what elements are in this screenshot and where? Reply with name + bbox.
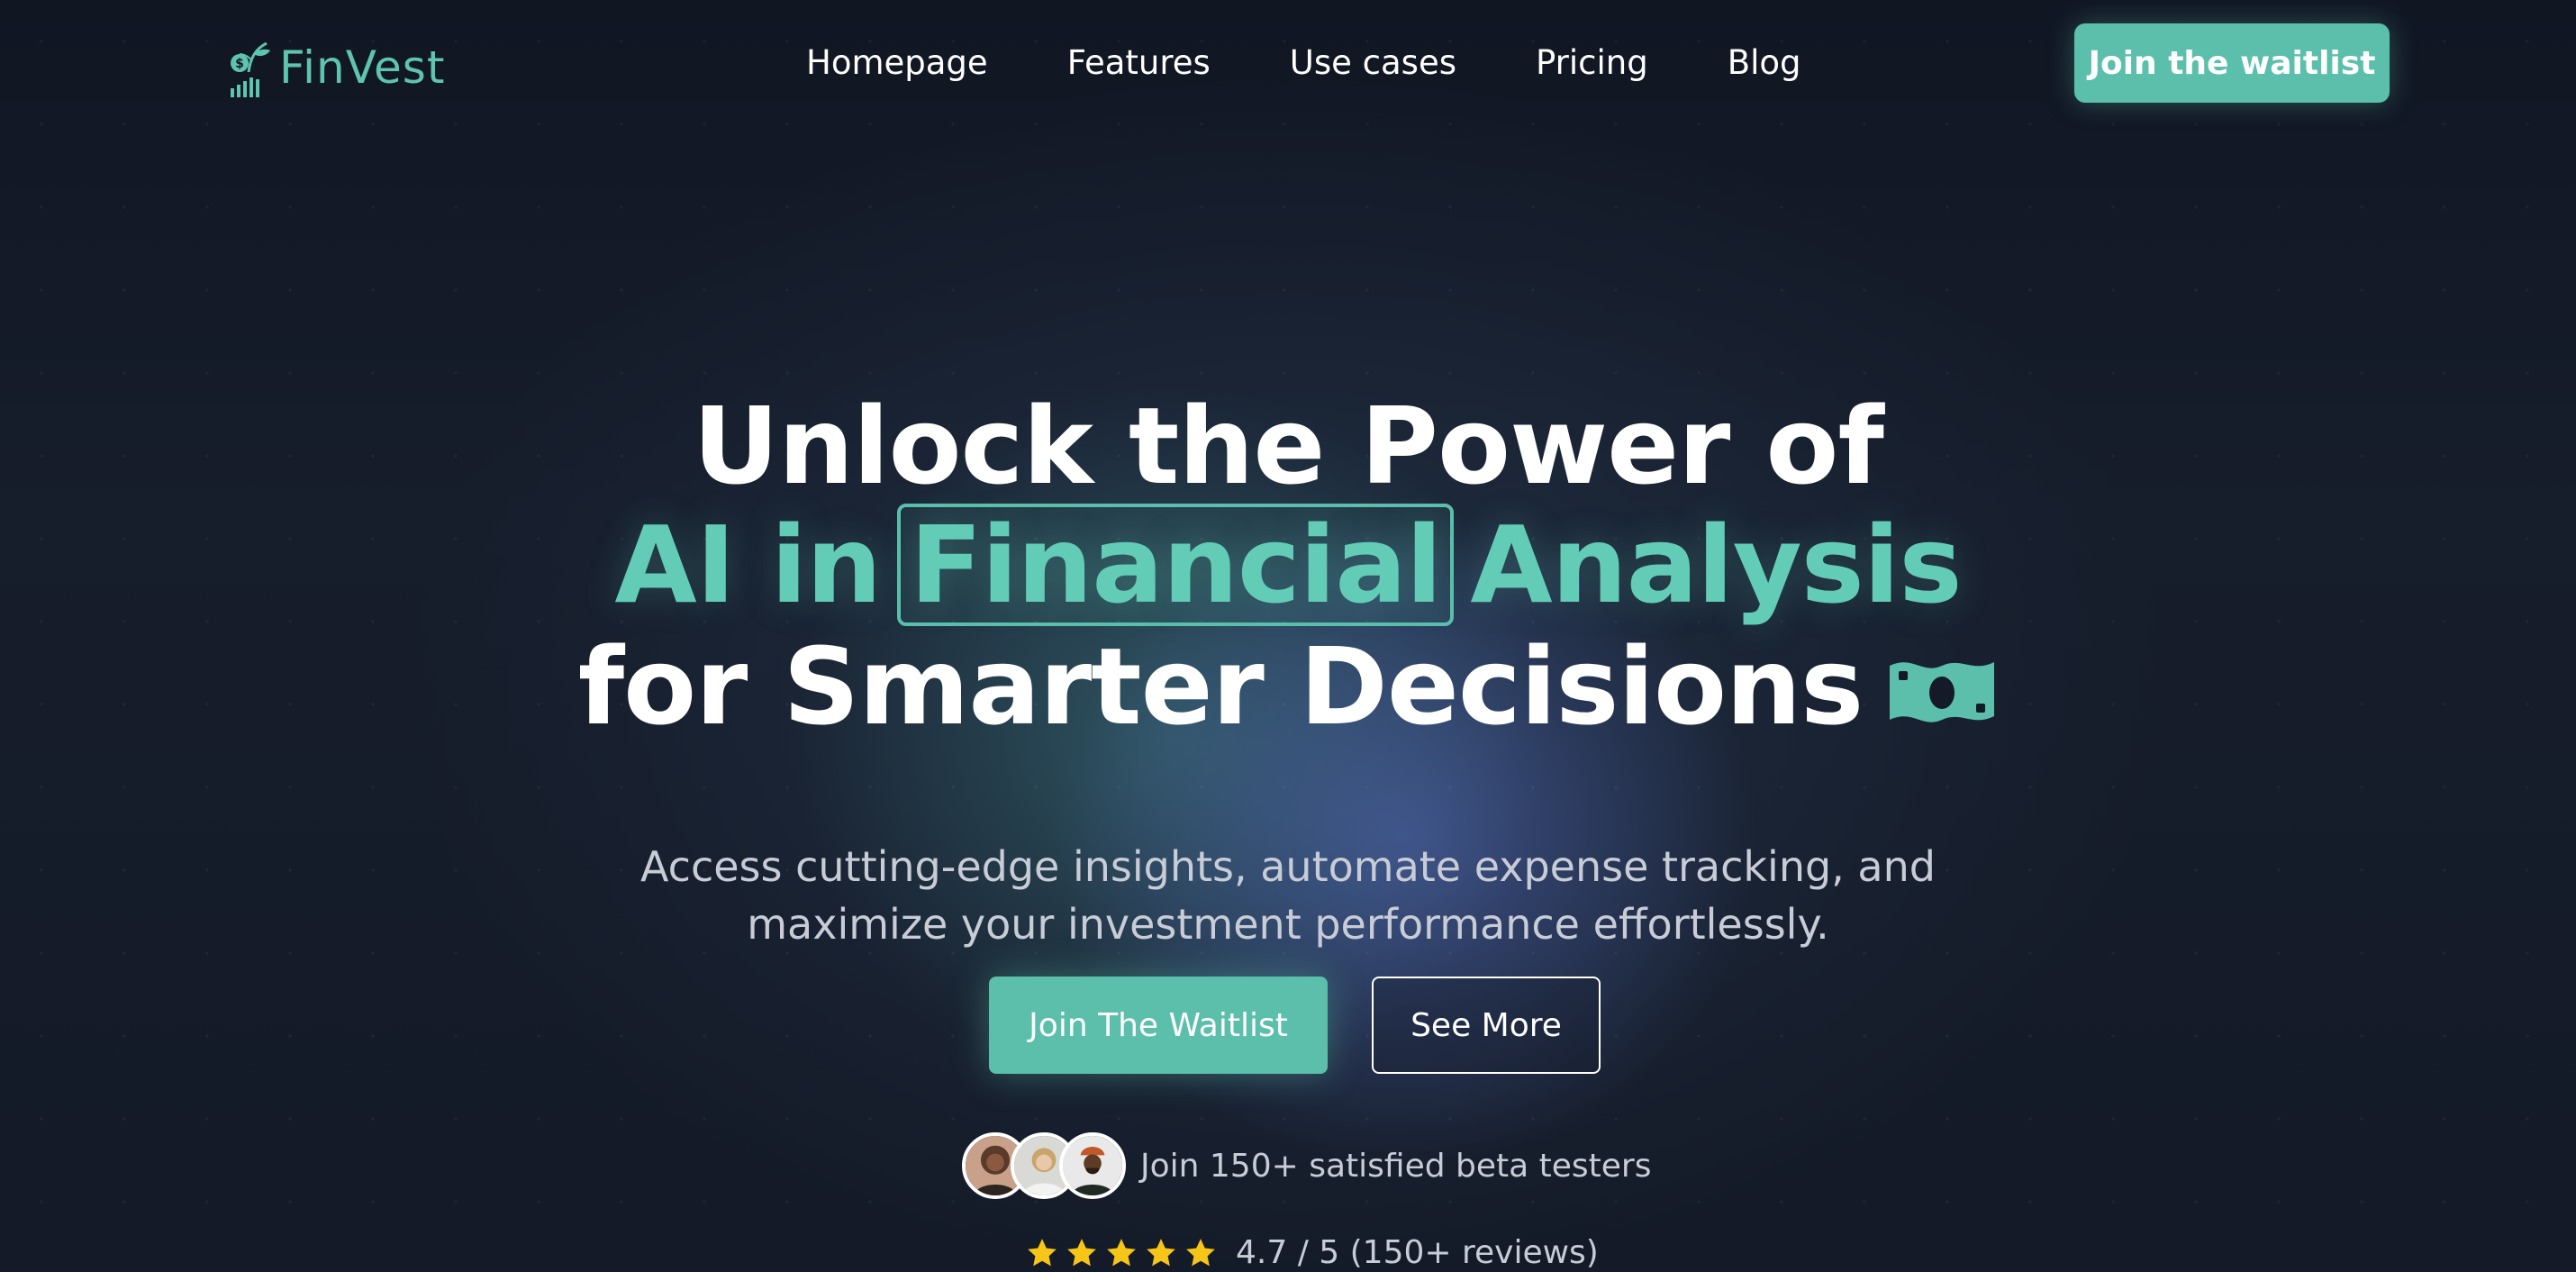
- headline-line-3: for Smarter Decisions: [0, 623, 2576, 750]
- join-waitlist-button[interactable]: Join The Waitlist: [989, 977, 1328, 1074]
- nav-link-homepage[interactable]: Homepage: [806, 40, 988, 86]
- headline-analysis: Analysis: [1470, 503, 1962, 627]
- join-waitlist-nav-button[interactable]: Join the waitlist: [2074, 23, 2390, 103]
- star-icon: [1186, 1238, 1215, 1266]
- brand-logo[interactable]: $ FinVest: [227, 36, 445, 99]
- rating: 4.7 / 5 (150+ reviews): [1025, 1234, 1599, 1271]
- headline-smarter-decisions: for Smarter Decisions: [577, 624, 1864, 749]
- star-icon: [1147, 1238, 1175, 1266]
- star-icon: [1067, 1238, 1096, 1266]
- nav-link-use-cases[interactable]: Use cases: [1290, 40, 1456, 86]
- see-more-button[interactable]: See More: [1372, 977, 1601, 1074]
- finvest-logo-icon: $: [231, 41, 270, 97]
- hero-section: Unlock the Power of AI in Financial Analys…: [0, 0, 2576, 1272]
- beta-testers: Join 150+ satisfied beta testers: [962, 1130, 1652, 1202]
- svg-text:$: $: [235, 57, 244, 71]
- headline-line-2: AI in Financial Analysis: [0, 502, 2576, 628]
- nav-link-blog[interactable]: Blog: [1728, 40, 1801, 86]
- star-icon: [1107, 1238, 1136, 1266]
- hero-subtext: Access cutting-edge insights, automate e…: [640, 842, 1936, 949]
- nav-links: Homepage Features Use cases Pricing Blog: [806, 40, 1801, 86]
- brand-name: FinVest: [279, 41, 446, 94]
- headline-line-1: Unlock the Power of: [693, 384, 1884, 508]
- headline-ai-in: AI in: [614, 503, 882, 627]
- headline-financial-highlight: Financial: [897, 504, 1455, 626]
- star-icon: [1028, 1238, 1057, 1266]
- top-navigation: $ FinVest Homepage Features Use cases Pr…: [0, 0, 2576, 126]
- beta-testers-text: Join 150+ satisfied beta testers: [1140, 1147, 1652, 1185]
- rating-text: 4.7 / 5 (150+ reviews): [1236, 1234, 1599, 1271]
- nav-link-features[interactable]: Features: [1067, 40, 1211, 86]
- cash-icon: [1890, 662, 1995, 722]
- nav-link-pricing[interactable]: Pricing: [1536, 40, 1648, 86]
- avatar: [1059, 1132, 1126, 1199]
